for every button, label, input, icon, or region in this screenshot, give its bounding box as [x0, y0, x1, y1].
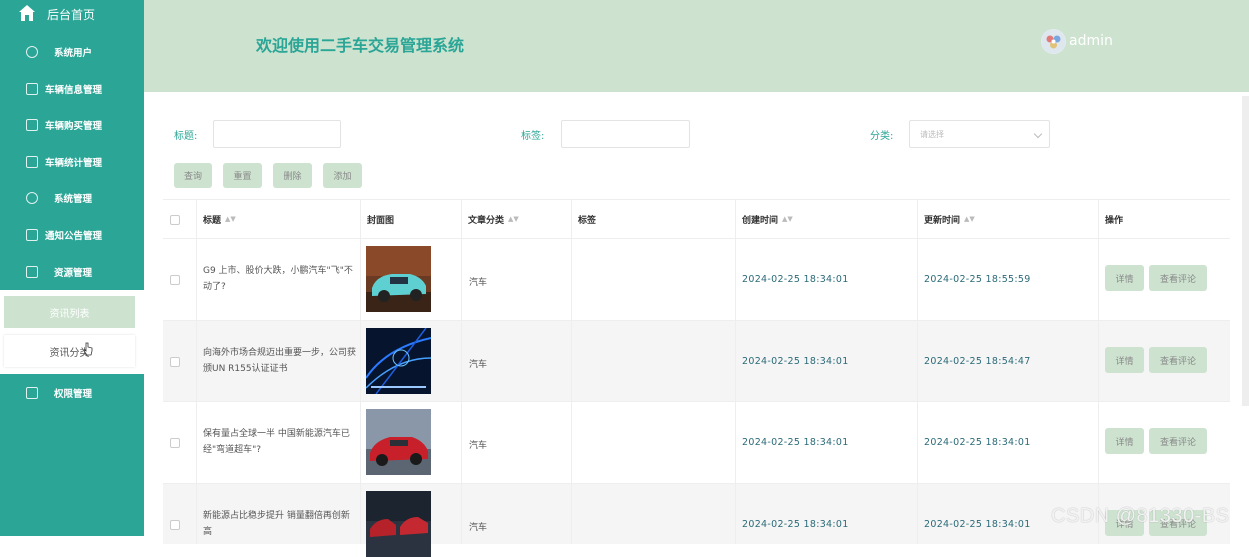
table-row: 向海外市场合规迈出重要一步，公司获颁UN R155认证证书 汽车 2024-02…	[163, 321, 1230, 402]
mail-icon	[26, 229, 38, 241]
csdn-watermark: CSDN @81330-BS	[1051, 505, 1230, 527]
cover-image[interactable]	[366, 328, 431, 394]
avatar-icon	[1041, 29, 1066, 54]
top-header: 欢迎使用二手车交易管理系统 admin	[144, 0, 1249, 92]
sidebar-item-label: 车辆统计管理	[45, 158, 103, 169]
column-header-actions: 操作	[1098, 200, 1230, 238]
sort-icon: ▲▼	[782, 215, 793, 223]
select-all-checkbox[interactable]	[170, 215, 180, 225]
sort-icon: ▲▼	[508, 215, 519, 223]
sidebar-home-label: 后台首页	[47, 8, 96, 22]
category-filter-select[interactable]: 请选择	[909, 120, 1050, 148]
sidebar-item-vehicle-stats[interactable]: 车辆统计管理	[0, 144, 144, 180]
sidebar-item-home[interactable]: 后台首页	[0, 0, 144, 30]
table-row: G9 上市、股价大跌，小鹏汽车"飞"不动了? 汽车 2024-02-25 18:…	[163, 239, 1230, 321]
row-title[interactable]: 新能源占比稳步提升 销量翻倍再创新高	[203, 508, 358, 540]
submenu-item-news-list[interactable]: 资讯列表	[4, 296, 135, 328]
column-header-tag: 标签	[571, 200, 735, 238]
row-category: 汽车	[469, 523, 488, 533]
user-name[interactable]: admin	[1069, 33, 1113, 49]
column-header-created[interactable]: 创建时间 ▲▼	[735, 200, 917, 238]
pointer-cursor-icon	[83, 342, 93, 356]
row-category: 汽车	[469, 360, 488, 370]
delete-button[interactable]: 删除	[273, 163, 312, 188]
sidebar-item-notices[interactable]: 通知公告管理	[0, 217, 144, 253]
row-created-time: 2024-02-25 18:34:01	[742, 437, 849, 448]
cover-image[interactable]	[366, 246, 431, 312]
row-created-time: 2024-02-25 18:34:01	[742, 356, 849, 367]
sidebar-item-vehicle-info[interactable]: 车辆信息管理	[0, 71, 144, 107]
file-icon	[26, 266, 38, 278]
cloud-icon	[26, 192, 38, 204]
row-created-time: 2024-02-25 18:34:01	[742, 519, 849, 530]
row-created-time: 2024-02-25 18:34:01	[742, 274, 849, 285]
view-comments-button[interactable]: 查看评论	[1149, 265, 1207, 291]
row-checkbox[interactable]	[170, 520, 180, 530]
chevron-down-icon	[1033, 129, 1043, 139]
cover-image[interactable]	[366, 491, 431, 557]
row-updated-time: 2024-02-25 18:54:47	[924, 356, 1031, 367]
edit-icon	[26, 83, 38, 95]
title-filter-label: 标题:	[174, 131, 198, 142]
row-category: 汽车	[469, 278, 488, 288]
category-select-placeholder: 请选择	[920, 130, 944, 139]
tag-filter-label: 标签:	[521, 131, 545, 142]
column-header-cover: 封面图	[360, 200, 461, 238]
sidebar-item-vehicle-purchase[interactable]: 车辆购买管理	[0, 107, 144, 143]
row-checkbox[interactable]	[170, 275, 180, 285]
edit-icon	[26, 387, 38, 399]
detail-button[interactable]: 详情	[1105, 347, 1144, 373]
scrollbar[interactable]	[1242, 96, 1249, 406]
column-header-updated[interactable]: 更新时间 ▲▼	[917, 200, 1098, 238]
detail-button[interactable]: 详情	[1105, 265, 1144, 291]
avatar[interactable]	[1041, 29, 1066, 54]
cloud-icon	[26, 46, 38, 58]
resources-submenu: 资讯列表 资讯分类	[0, 290, 144, 374]
row-category: 汽车	[469, 441, 488, 451]
sidebar-item-permissions[interactable]: 权限管理	[0, 375, 144, 411]
view-comments-button[interactable]: 查看评论	[1149, 428, 1207, 454]
row-title[interactable]: G9 上市、股价大跌，小鹏汽车"飞"不动了?	[203, 263, 358, 295]
row-checkbox[interactable]	[170, 438, 180, 448]
title-filter-input[interactable]	[213, 120, 341, 148]
add-button[interactable]: 添加	[323, 163, 362, 188]
sidebar: 后台首页 系统用户 车辆信息管理 车辆购买管理 车辆统计管理 系统管理 通知公告…	[0, 0, 144, 536]
cover-image[interactable]	[366, 409, 431, 475]
tag-filter-input[interactable]	[561, 120, 690, 148]
table-row: 保有量占全球一半 中国新能源汽车已经"弯道超车"? 汽车 2024-02-25 …	[163, 402, 1230, 484]
row-title[interactable]: 保有量占全球一半 中国新能源汽车已经"弯道超车"?	[203, 426, 358, 458]
sidebar-item-resources[interactable]: 资源管理	[0, 254, 144, 290]
sidebar-item-label: 权限管理	[54, 389, 93, 400]
home-icon	[19, 5, 35, 21]
sort-icon: ▲▼	[225, 215, 236, 223]
sidebar-item-label: 系统用户	[54, 48, 93, 59]
row-updated-time: 2024-02-25 18:34:01	[924, 437, 1031, 448]
edit-icon	[26, 156, 38, 168]
sort-icon: ▲▼	[964, 215, 975, 223]
sidebar-item-system-users[interactable]: 系统用户	[0, 34, 144, 70]
sidebar-item-label: 车辆信息管理	[45, 85, 103, 96]
query-button[interactable]: 查询	[174, 163, 212, 188]
sidebar-item-label: 资源管理	[54, 268, 93, 279]
submenu-item-news-category[interactable]: 资讯分类	[4, 335, 135, 367]
column-header-category[interactable]: 文章分类 ▲▼	[461, 200, 571, 238]
mail-icon	[26, 119, 38, 131]
sidebar-item-label: 车辆购买管理	[45, 121, 103, 132]
column-header-title[interactable]: 标题 ▲▼	[196, 200, 360, 238]
row-updated-time: 2024-02-25 18:55:59	[924, 274, 1031, 285]
detail-button[interactable]: 详情	[1105, 428, 1144, 454]
category-filter-label: 分类:	[870, 131, 894, 142]
row-updated-time: 2024-02-25 18:34:01	[924, 519, 1031, 530]
view-comments-button[interactable]: 查看评论	[1149, 347, 1207, 373]
page-title: 欢迎使用二手车交易管理系统	[256, 36, 465, 55]
sidebar-item-system-admin[interactable]: 系统管理	[0, 180, 144, 216]
row-title[interactable]: 向海外市场合规迈出重要一步，公司获颁UN R155认证证书	[203, 345, 358, 377]
row-checkbox[interactable]	[170, 357, 180, 367]
sidebar-item-label: 系统管理	[54, 194, 93, 205]
table-header-row: 标题 ▲▼ 封面图 文章分类 ▲▼ 标签 创建时间 ▲▼ 更新时间 ▲▼ 操作	[163, 199, 1230, 239]
sidebar-item-label: 通知公告管理	[45, 231, 103, 242]
reset-button[interactable]: 重置	[223, 163, 262, 188]
